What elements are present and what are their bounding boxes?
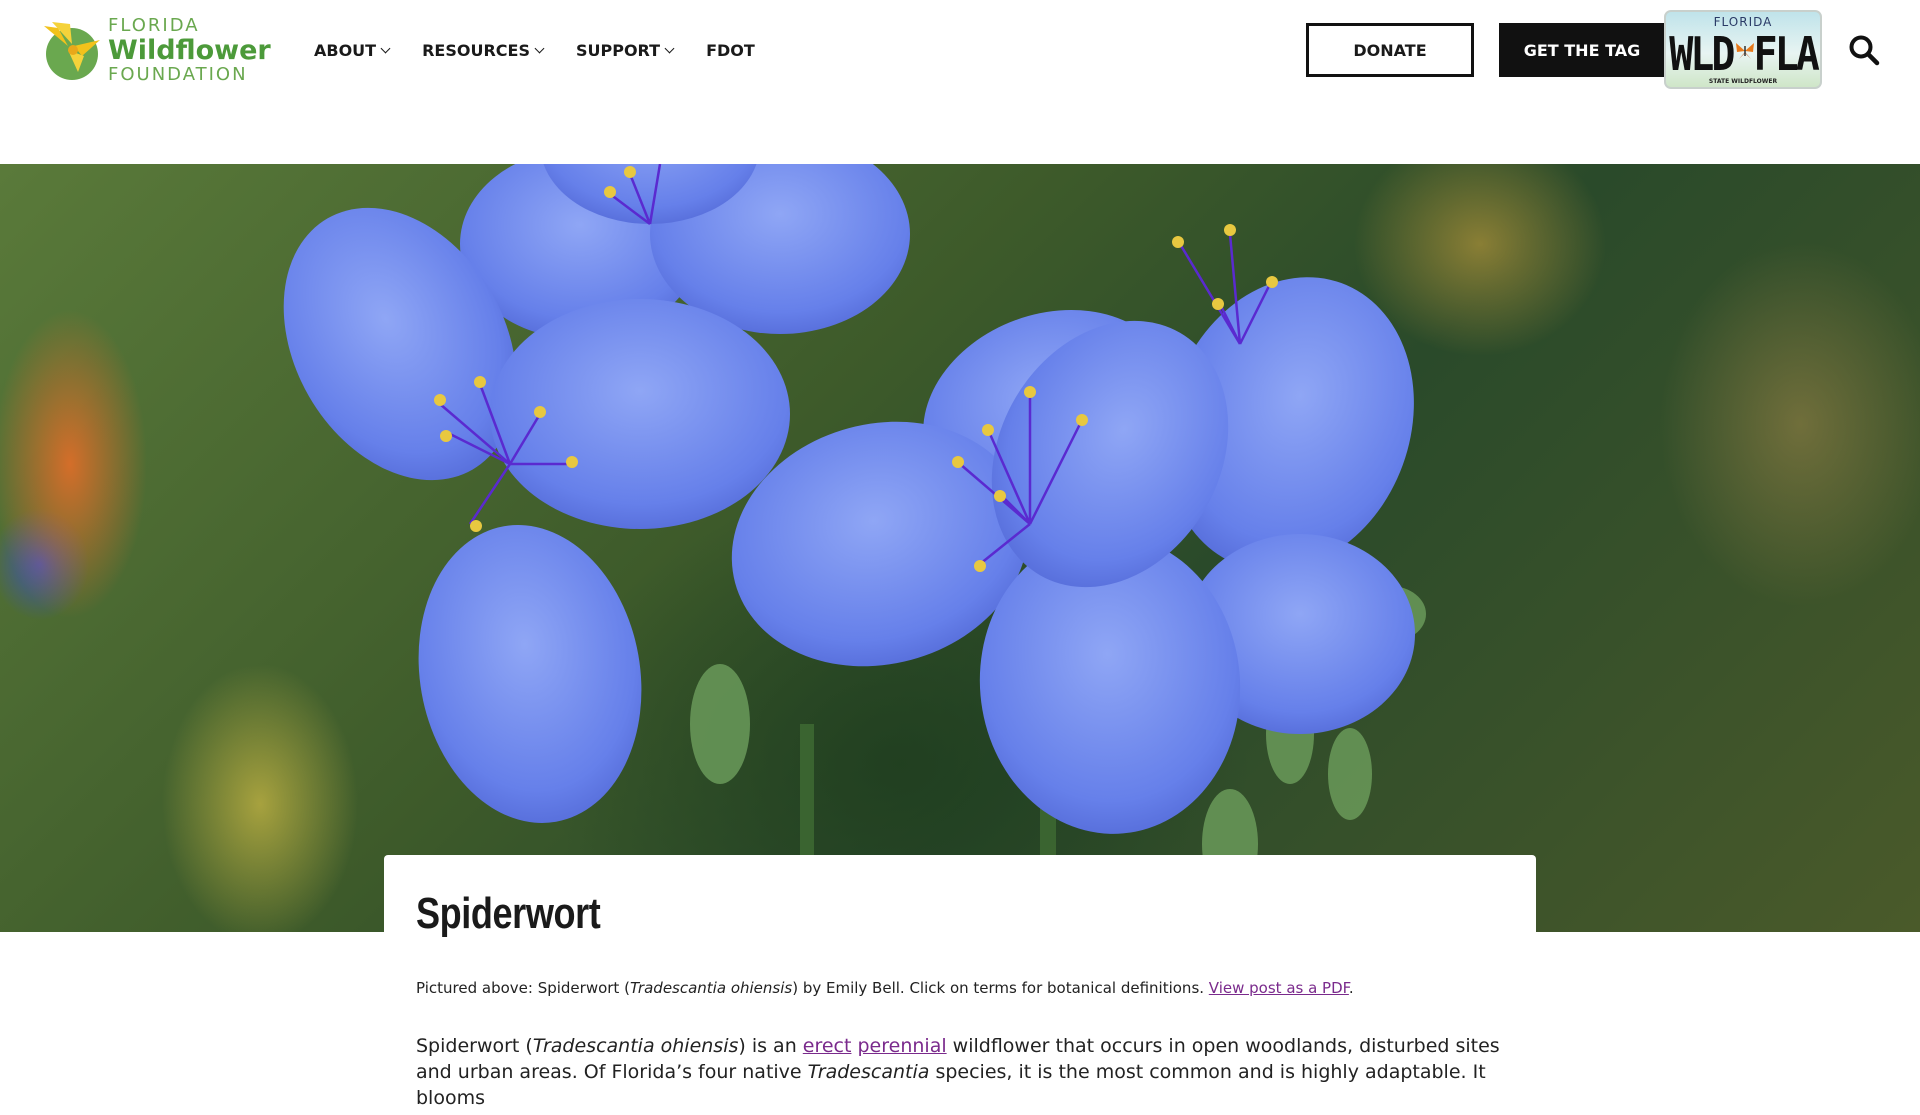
nav-resources[interactable]: RESOURCES — [422, 37, 545, 63]
logo-line-2: Wildflower — [108, 34, 271, 66]
butterfly-icon — [1736, 43, 1754, 59]
donate-button[interactable]: DONATE — [1306, 23, 1474, 77]
caption-prefix: Pictured above: Spiderwort ( — [416, 979, 630, 997]
term-link-perennial[interactable]: perennial — [858, 1035, 947, 1057]
license-plate-image[interactable]: FLORIDA WLD FLA STATE WILDFLOWER — [1664, 10, 1822, 89]
chevron-down-icon — [380, 43, 391, 54]
intro-paragraph: Spiderwort (Tradescantia ohiensis) is an… — [416, 1033, 1506, 1111]
nav-support[interactable]: SUPPORT — [575, 37, 675, 63]
logo-line-3: FOUNDATION — [108, 63, 248, 85]
caption-middle: ) by Emily Bell. Click on terms for bota… — [792, 979, 1209, 997]
caption-suffix: . — [1348, 979, 1354, 997]
site-logo[interactable]: FLORIDA Wildflower FOUNDATION — [38, 16, 271, 84]
search-icon[interactable] — [1848, 34, 1880, 66]
nav-fdot-label: FDOT — [706, 40, 755, 60]
main-nav: ABOUT RESOURCES SUPPORT FDOT — [314, 37, 755, 63]
hero-image-spiderwort — [0, 164, 1920, 932]
caption-species: Tradescantia ohiensis — [629, 979, 793, 997]
logo-line-1: FLORIDA — [108, 14, 200, 36]
site-header: FLORIDA Wildflower FOUNDATION ABOUT RESO… — [0, 0, 1920, 164]
chevron-down-icon — [534, 43, 545, 54]
term-link-erect[interactable]: erect — [803, 1035, 852, 1057]
nav-about-label: ABOUT — [314, 40, 377, 60]
nav-support-label: SUPPORT — [575, 40, 661, 60]
intro-species: Tradescantia ohiensis — [532, 1035, 739, 1057]
photo-caption: Pictured above: Spiderwort (Tradescantia… — [416, 979, 1354, 997]
page-title: Spiderwort — [416, 889, 601, 938]
flower-logo-icon — [38, 16, 106, 84]
plate-tagline: STATE WILDFLOWER — [1708, 78, 1778, 85]
get-the-tag-button[interactable]: GET THE TAG — [1499, 23, 1665, 77]
nav-about[interactable]: ABOUT — [314, 37, 391, 63]
nav-resources-label: RESOURCES — [422, 40, 530, 60]
intro-text-2: ) is an — [738, 1035, 803, 1057]
chevron-down-icon — [664, 43, 675, 54]
intro-text-1: Spiderwort ( — [416, 1035, 533, 1057]
spiderwort-flowers-illustration — [283, 164, 1426, 932]
article-card: Spiderwort Pictured above: Spiderwort (T… — [384, 855, 1536, 1115]
view-pdf-link[interactable]: View post as a PDF — [1209, 979, 1349, 997]
nav-fdot[interactable]: FDOT — [706, 37, 755, 63]
plate-state: FLORIDA — [1713, 15, 1773, 29]
